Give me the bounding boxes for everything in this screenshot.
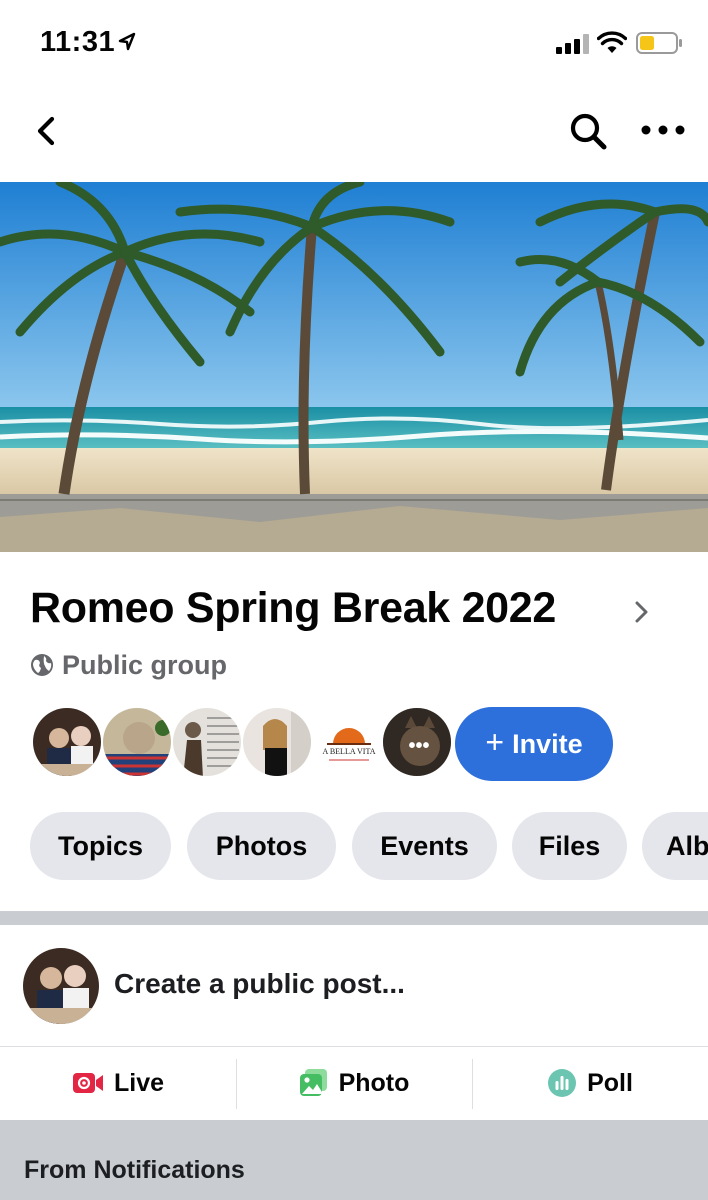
group-tabs: Topics Photos Events Files Alb <box>30 812 708 882</box>
tab-files[interactable]: Files <box>512 812 627 880</box>
member-avatar[interactable] <box>101 706 173 778</box>
group-privacy: Public group <box>30 649 227 681</box>
tab-label: Alb <box>666 830 708 861</box>
poll-label: Poll <box>587 1068 633 1097</box>
navigation-bar <box>0 95 708 175</box>
tab-photos[interactable]: Photos <box>187 812 336 880</box>
location-arrow-icon <box>118 32 136 51</box>
tab-topics[interactable]: Topics <box>30 812 171 880</box>
search-icon[interactable] <box>566 109 610 153</box>
member-avatar[interactable]: A BELLA VITA <box>311 706 383 778</box>
member-avatar[interactable] <box>31 706 103 778</box>
photo-icon <box>299 1069 327 1096</box>
tab-label: Events <box>380 830 469 861</box>
invite-label: Invite <box>512 728 583 759</box>
section-title: From Notifications <box>24 1156 245 1184</box>
tab-label: Files <box>538 830 601 861</box>
photo-label: Photo <box>338 1068 410 1097</box>
tab-label: Topics <box>57 830 143 861</box>
section-divider <box>0 911 708 925</box>
cellular-signal-icon <box>556 34 589 54</box>
poll-button[interactable]: Poll <box>472 1047 708 1119</box>
create-post-input[interactable]: Create a public post... <box>114 968 405 1000</box>
member-avatar[interactable] <box>241 706 313 778</box>
composer-actions: Live Photo Poll <box>0 1047 708 1119</box>
chevron-right-icon[interactable] <box>632 598 652 626</box>
back-chevron-icon[interactable] <box>28 111 68 151</box>
poll-icon <box>548 1069 577 1097</box>
status-bar: 11:31 <box>0 0 708 88</box>
live-label: Live <box>113 1068 165 1097</box>
live-video-icon <box>72 1073 103 1093</box>
globe-icon <box>31 654 53 676</box>
tab-events[interactable]: Events <box>352 812 497 880</box>
photo-button[interactable]: Photo <box>236 1047 472 1119</box>
wifi-icon <box>597 31 627 53</box>
status-time: 11:31 <box>40 26 116 58</box>
group-cover-photo[interactable] <box>0 182 708 552</box>
member-avatar-more[interactable]: ••• <box>381 706 453 778</box>
live-button[interactable]: Live <box>0 1047 236 1119</box>
group-privacy-label: Public group <box>62 649 227 680</box>
tab-label: Photos <box>215 830 308 861</box>
invite-button[interactable]: + Invite <box>455 707 613 781</box>
tab-albums[interactable]: Alb <box>642 812 708 880</box>
plus-icon: + <box>485 724 505 760</box>
more-members-label: ••• <box>408 735 429 757</box>
brand-avatar-text: A BELLA VITA <box>323 747 376 756</box>
user-avatar[interactable] <box>23 948 99 1024</box>
battery-icon <box>636 32 682 54</box>
group-name[interactable]: Romeo Spring Break 2022 <box>30 584 556 633</box>
member-avatar[interactable] <box>171 706 243 778</box>
more-options-icon[interactable] <box>640 117 686 143</box>
